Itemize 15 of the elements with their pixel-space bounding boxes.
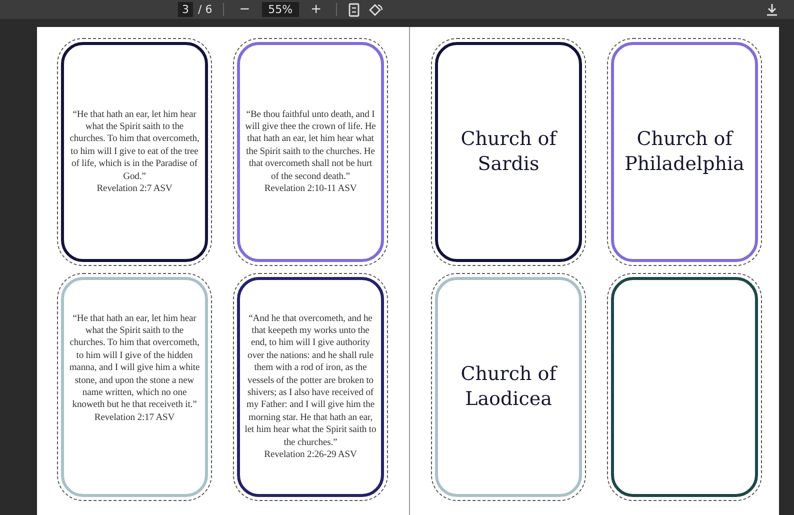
rotate-icon[interactable]: [368, 2, 384, 16]
verse-text: “He that hath an ear, let him hear what the Spirit saith to the churches. To him that overcometh, to him will I give to eat of the tree of life, which is in the Paradise of God.” Revelation 2:7 ASV: [68, 108, 200, 196]
zoom-in-button[interactable]: +: [306, 2, 326, 17]
zoom-field[interactable]: 55%: [262, 2, 299, 17]
verse-text: “And he that overcometh, and he that keepeth my works unto the end, to him will I give authority over the nations: and he shall rule them with a rod of iron, as the vessels of the potter are broken to shivers; as I also have received of my Father: and I will give him the morning star. He that hath an ear, let him hear what the Spirit saith to the churches.” Revelation 2:26-29 ASV: [244, 312, 377, 462]
card-title: Church of Sardis: [460, 127, 558, 177]
card-title: Church of Philadelphia: [624, 127, 746, 177]
zoom-out-button[interactable]: −: [235, 2, 254, 17]
download-icon[interactable]: [766, 3, 778, 16]
card-title: Church of Laodicea: [460, 362, 558, 412]
fit-page-icon[interactable]: [348, 2, 360, 16]
verse-text: “Be thou faithful unto death, and I will give thee the crown of life. He that hath an ear, let him hear what the Spirit saith to the churches. He that overcometh shall not be hurt of the second death.” Revelation 2:10-11 ASV: [244, 108, 377, 196]
verse-text: “He that hath an ear, let him hear what the Spirit saith to the churches. To him that overcometh, to him will I give of the hidden manna, and I will give him a white stone, and upon the stone a new name written, which no one knoweth but he that receiveth it.” Revelation 2:17 ASV: [68, 312, 201, 424]
page-total: / 6: [198, 2, 212, 17]
page-number-field[interactable]: 3: [178, 2, 193, 17]
